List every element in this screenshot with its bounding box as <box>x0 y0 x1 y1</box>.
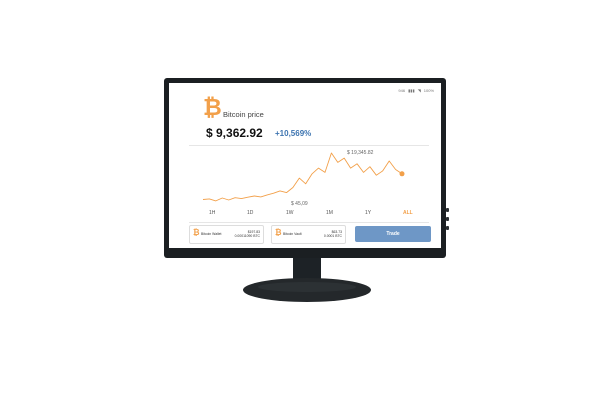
period-tab-1y[interactable]: 1Y <box>365 210 371 216</box>
chart-max-label: $ 19,345.82 <box>347 150 374 156</box>
monitor-bezel: 946 ▮▮▮ ◥ 100% ₿ Bitcoin price $ 9,362.9… <box>164 78 449 258</box>
wallet-sub-amount: 0.0001 BTC <box>323 234 342 239</box>
footer-divider <box>189 222 429 223</box>
current-price-point <box>399 171 405 177</box>
monitor-button[interactable] <box>446 226 449 230</box>
wallet-card-bitcoin-vault[interactable]: ₿ Bitcoin Vault $63.73 0.0001 BTC <box>271 225 346 244</box>
wallet-sub-amount: 0.00011090 BTC <box>234 234 260 239</box>
wallet-balance: $197.83 0.00011090 BTC <box>235 230 260 239</box>
monitor-side-buttons <box>446 208 450 235</box>
period-tab-1d[interactable]: 1D <box>247 210 253 216</box>
wallet-amount: $63.73 <box>331 230 342 234</box>
wallet-amount: $197.83 <box>247 230 260 234</box>
monitor-stand-highlight <box>258 282 356 292</box>
price-line <box>202 152 403 202</box>
monitor-button[interactable] <box>446 217 449 221</box>
wallet-balance: $63.73 0.0001 BTC <box>324 230 342 239</box>
bitcoin-icon: ₿ <box>275 228 282 237</box>
wallet-name: Bitcoin Wallet <box>201 232 222 236</box>
wallet-card-bitcoin-wallet[interactable]: ₿ Bitcoin Wallet $197.83 0.00011090 BTC <box>189 225 264 244</box>
period-selector: 1H 1D 1W 1M 1Y ALL <box>189 210 429 219</box>
trade-button[interactable]: Trade <box>355 226 431 242</box>
bitcoin-icon: ₿ <box>193 228 200 237</box>
period-tab-all[interactable]: ALL <box>403 210 413 216</box>
chart-min-label: $ 45,09 <box>291 201 308 207</box>
period-tab-1h[interactable]: 1H <box>209 210 215 216</box>
price-chart <box>202 152 405 202</box>
period-tab-1w[interactable]: 1W <box>286 210 294 216</box>
period-tab-1m[interactable]: 1M <box>326 210 333 216</box>
wallet-name: Bitcoin Vault <box>283 232 302 236</box>
monitor-button[interactable] <box>446 208 449 212</box>
app-screen: 946 ▮▮▮ ◥ 100% ₿ Bitcoin price $ 9,362.9… <box>169 83 441 248</box>
